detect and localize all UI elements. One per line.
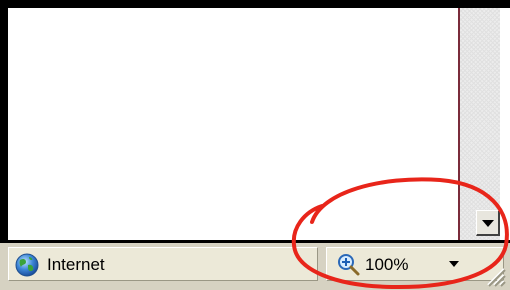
magnifier-zoom-icon: [338, 254, 360, 276]
window-frame-left: [0, 0, 8, 243]
window-frame-top: [0, 0, 510, 8]
page-content-area[interactable]: [8, 8, 458, 240]
resize-grip-icon[interactable]: [484, 265, 506, 287]
scroll-down-button[interactable]: [476, 210, 500, 236]
status-bar: Internet 100%: [0, 243, 510, 290]
globe-icon: [15, 253, 39, 277]
vertical-scrollbar-track[interactable]: [460, 8, 500, 240]
security-zone-panel[interactable]: Internet: [8, 247, 318, 281]
zoom-level-label: 100%: [365, 255, 409, 274]
arrow-down-icon: [482, 220, 494, 227]
zoom-level-panel[interactable]: 100%: [326, 247, 504, 281]
dropdown-arrow-icon[interactable]: [449, 261, 459, 267]
browser-window-crop: Internet 100%: [0, 0, 510, 290]
window-frame-right: [500, 8, 510, 243]
security-zone-label: Internet: [47, 255, 105, 274]
